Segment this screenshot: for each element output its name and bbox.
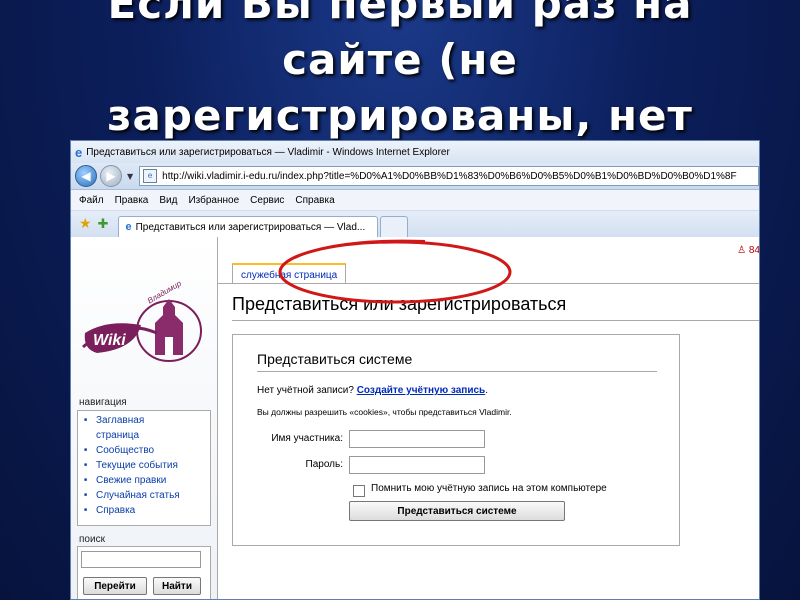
create-account-link[interactable]: Создайте учётную запись xyxy=(357,385,486,396)
wiki-logo[interactable]: Wiki Владимир xyxy=(77,277,207,377)
address-row: ◀ ▶ ▼ e http://wiki.vladimir.i-edu.ru/in… xyxy=(71,163,759,190)
password-input[interactable] xyxy=(349,456,485,474)
ie-logo-icon: e xyxy=(75,144,83,160)
menu-edit[interactable]: Правка xyxy=(115,195,149,206)
special-page-tab[interactable]: служебная страница xyxy=(232,263,347,285)
menu-view[interactable]: Вид xyxy=(159,195,177,206)
add-favorite-icon[interactable]: ✚ xyxy=(98,217,109,232)
search-title: поиск xyxy=(79,534,105,545)
history-dropdown-icon[interactable]: ▼ xyxy=(127,172,133,181)
login-title-divider xyxy=(257,371,657,372)
user-link[interactable]: ♙ 84 xyxy=(737,245,760,256)
favorites-star-icon[interactable]: ★ xyxy=(79,216,92,232)
find-button[interactable]: Найти xyxy=(153,577,201,595)
logo-wiki-text: Wiki xyxy=(93,332,126,349)
address-bar[interactable]: e http://wiki.vladimir.i-edu.ru/index.ph… xyxy=(139,166,759,186)
slide-title-line-3: зарегистрированы, нет xyxy=(107,91,693,140)
slide-title: Если Вы первый раз на сайте (не зарегист… xyxy=(0,0,800,144)
nav-portlet: Заглавная страница Сообщество Текущие со… xyxy=(77,410,211,526)
main-area: ♙ 84 служебная страница Представиться ил… xyxy=(217,237,760,599)
new-tab-button[interactable] xyxy=(380,216,409,237)
sidebar: Wiki Владимир навигация Заглавная страни… xyxy=(71,237,217,599)
back-button[interactable]: ◀ xyxy=(75,165,97,187)
go-button[interactable]: Перейти xyxy=(83,577,147,595)
password-label: Пароль: xyxy=(305,459,343,470)
user-icon: ♙ xyxy=(737,245,747,256)
nav-recent-changes[interactable]: Свежие правки xyxy=(84,473,210,488)
page-heading: Представиться или зарегистрироваться xyxy=(232,294,567,314)
username-label: Имя участника: xyxy=(271,433,343,444)
nav-title: навигация xyxy=(79,397,127,408)
menu-bar: Файл Правка Вид Избранное Сервис Справка xyxy=(71,190,759,211)
page-body: Представиться или зарегистрироваться Пре… xyxy=(218,283,759,599)
menu-file[interactable]: Файл xyxy=(79,195,104,206)
wiki-logo-graphic: Wiki Владимир xyxy=(82,279,202,362)
menu-tools[interactable]: Сервис xyxy=(250,195,284,206)
heading-divider xyxy=(232,320,759,321)
login-title: Представиться системе xyxy=(257,351,413,367)
page-content: Wiki Владимир навигация Заглавная страни… xyxy=(71,237,759,599)
menu-favorites[interactable]: Избранное xyxy=(188,195,239,206)
address-text: http://wiki.vladimir.i-edu.ru/index.php?… xyxy=(162,170,737,182)
browser-window: e Представиться или зарегистрироваться —… xyxy=(70,140,760,600)
nav-current-events[interactable]: Текущие события xyxy=(84,458,210,473)
username-input[interactable] xyxy=(349,430,485,448)
remember-label: Помнить мою учётную запись на этом компь… xyxy=(371,483,607,494)
window-title: Представиться или зарегистрироваться — V… xyxy=(86,146,450,158)
slide-title-line-1: Если Вы первый раз на xyxy=(107,0,693,28)
no-account-line: Нет учётной записи? Создайте учётную зап… xyxy=(257,385,488,396)
slide-title-line-2: сайте (не xyxy=(282,35,518,84)
nav-community[interactable]: Сообщество xyxy=(84,443,210,458)
forward-button[interactable]: ▶ xyxy=(100,165,122,187)
login-box: Представиться системе Нет учётной записи… xyxy=(232,334,680,546)
search-input[interactable] xyxy=(81,551,201,568)
user-text: 84 xyxy=(748,245,760,256)
nav-help[interactable]: Справка xyxy=(84,503,210,518)
remember-checkbox[interactable] xyxy=(353,485,365,497)
nav-main-page[interactable]: Заглавная страница xyxy=(84,413,176,443)
login-submit-button[interactable]: Представиться системе xyxy=(349,501,565,521)
cookies-notice: Вы должны разрешить «cookies», чтобы пре… xyxy=(257,407,512,417)
tab-bar: ★ ✚ e Представиться или зарегистрировать… xyxy=(71,211,759,238)
tab-label: Представиться или зарегистрироваться — V… xyxy=(135,221,366,233)
browser-tab-active[interactable]: e Представиться или зарегистрироваться —… xyxy=(118,216,379,237)
page-icon: e xyxy=(143,169,158,183)
no-account-text: Нет учётной записи? xyxy=(257,385,357,396)
menu-help[interactable]: Справка xyxy=(295,195,334,206)
nav-random-article[interactable]: Случайная статья xyxy=(84,488,210,503)
window-titlebar: e Представиться или зарегистрироваться —… xyxy=(71,141,759,163)
tab-ie-icon: e xyxy=(125,221,132,233)
